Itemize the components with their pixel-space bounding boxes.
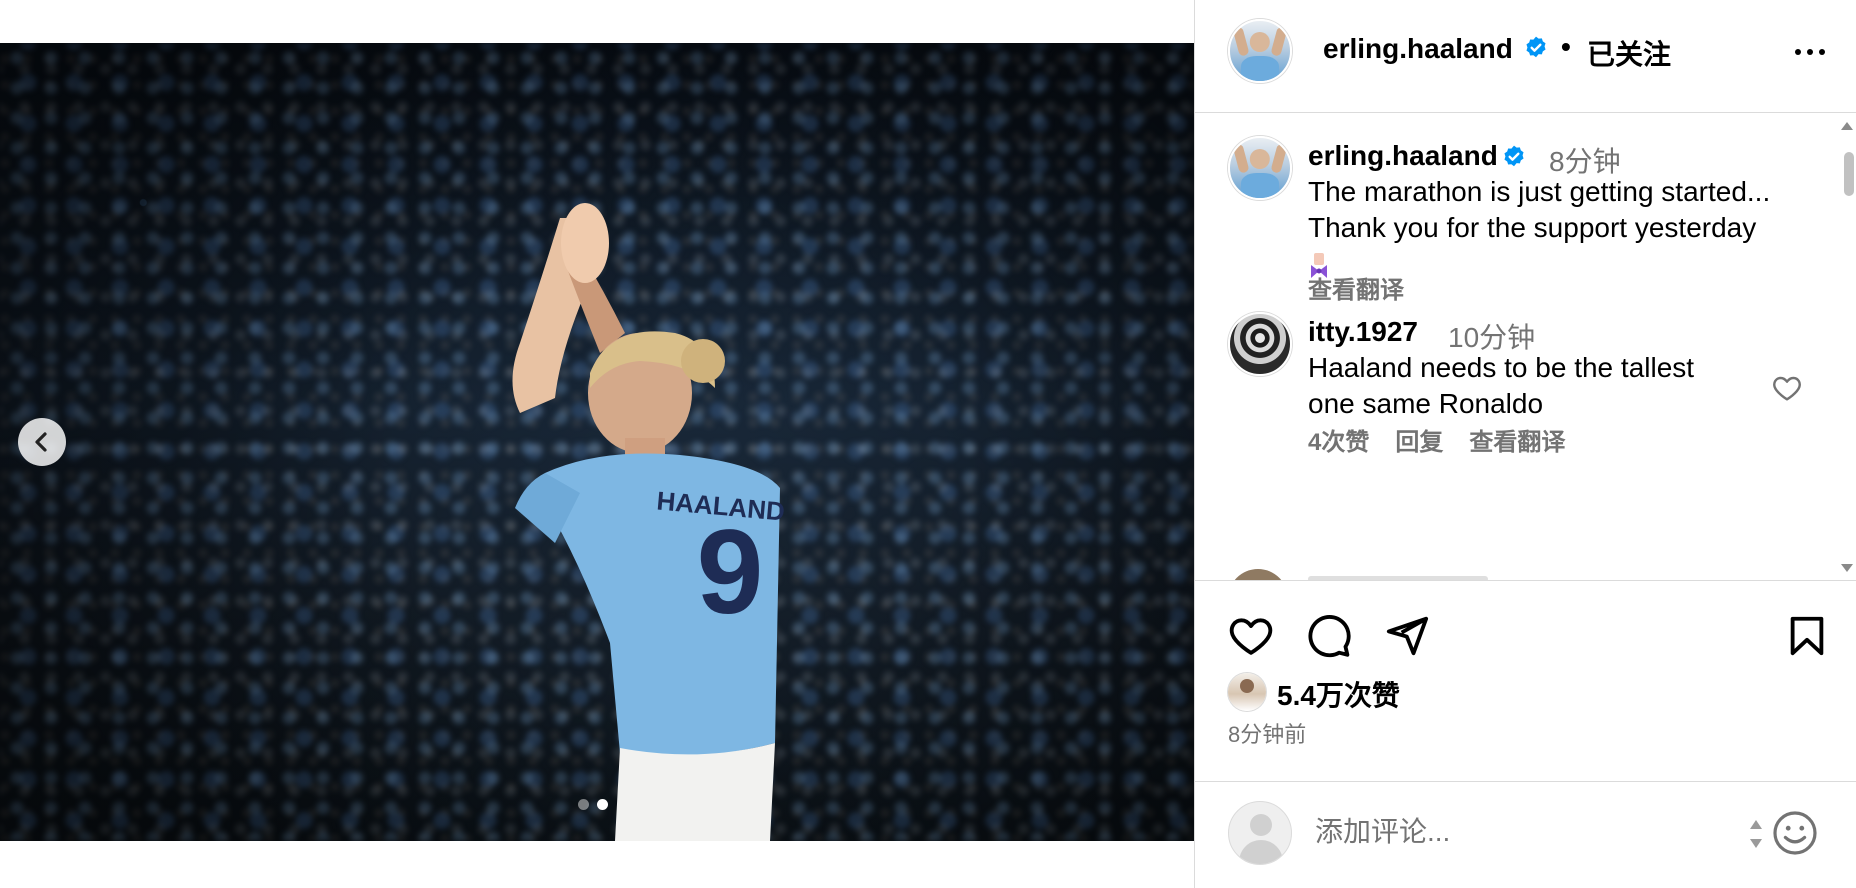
caption-line-1: The marathon is just getting started... xyxy=(1308,176,1771,207)
scroll-down-arrow-icon[interactable] xyxy=(1841,564,1853,572)
following-button[interactable]: 已关注 xyxy=(1587,33,1671,73)
comment-heart-icon[interactable] xyxy=(1771,372,1803,404)
likes-count[interactable]: 5.4万次赞 xyxy=(1277,674,1400,714)
scroll-up-arrow-icon[interactable] xyxy=(1841,122,1853,130)
paper-plane-icon[interactable] xyxy=(1384,613,1430,659)
caption-username[interactable]: erling.haaland xyxy=(1308,140,1498,172)
liked-by-avatar[interactable] xyxy=(1228,673,1266,711)
instagram-post-viewer: 9 HAALAND erling.haaland • 已关注 erling.ha… xyxy=(0,0,1856,888)
scroll-thumb[interactable] xyxy=(1844,152,1854,196)
add-comment-bar xyxy=(1195,781,1856,888)
carousel-indicator xyxy=(578,799,608,810)
post-header: erling.haaland • 已关注 xyxy=(1195,0,1856,113)
author-username[interactable]: erling.haaland xyxy=(1323,33,1513,65)
post-image[interactable]: 9 HAALAND xyxy=(0,43,1194,841)
posted-time[interactable]: 8分钟前 xyxy=(1228,717,1306,749)
post-side-panel: erling.haaland • 已关注 erling.haaland 8分钟 xyxy=(1195,0,1856,888)
carousel-dot-active[interactable] xyxy=(597,799,608,810)
svg-text:9: 9 xyxy=(697,505,764,639)
bookmark-icon[interactable] xyxy=(1784,613,1830,659)
post-actions: 5.4万次赞 8分钟前 xyxy=(1195,581,1856,781)
media-bottom-margin xyxy=(0,841,1194,888)
carousel-prev-button[interactable] xyxy=(18,418,66,466)
heart-icon[interactable] xyxy=(1228,613,1274,659)
comments-list[interactable]: erling.haaland 8分钟 The marathon is just … xyxy=(1195,114,1856,580)
media-top-margin xyxy=(0,0,1194,43)
carousel-dot[interactable] xyxy=(578,799,589,810)
commenter-username[interactable]: itty.1927 xyxy=(1308,316,1418,348)
more-options-icon[interactable] xyxy=(1792,40,1828,64)
caption-line-2: Thank you for the support yesterday xyxy=(1308,212,1757,243)
author-avatar[interactable] xyxy=(1228,19,1292,83)
caption-author-avatar[interactable] xyxy=(1228,136,1292,200)
caption-item: erling.haaland 8分钟 The marathon is just … xyxy=(1195,136,1835,326)
chevron-left-icon xyxy=(35,432,47,452)
commenter-avatar[interactable] xyxy=(1228,312,1292,376)
current-user-avatar xyxy=(1228,801,1292,865)
resize-arrows-icon[interactable] xyxy=(1749,816,1763,852)
header-separator: • xyxy=(1561,31,1571,62)
comments-scrollbar[interactable] xyxy=(1841,114,1856,580)
caption-verified-badge-icon xyxy=(1501,144,1527,175)
next-commenter-avatar-partial xyxy=(1228,569,1288,580)
comment-line-1: Haaland needs to be the tallest xyxy=(1308,352,1695,383)
comment-line-2: one same Ronaldo xyxy=(1308,388,1544,419)
caption-see-translation-link[interactable]: 查看翻译 xyxy=(1308,270,1404,305)
add-comment-input[interactable] xyxy=(1315,812,1645,852)
emoji-smiley-icon[interactable] xyxy=(1771,809,1819,857)
comment-meta: 4次赞 回复 查看翻译 xyxy=(1308,422,1565,457)
comment-text: Haaland needs to be the tallest one same… xyxy=(1308,350,1808,422)
comment-see-translation-link[interactable]: 查看翻译 xyxy=(1469,422,1565,457)
comment-reply-button[interactable]: 回复 xyxy=(1395,422,1443,457)
comment-item: itty.1927 10分钟 Haaland needs to be the t… xyxy=(1195,312,1835,472)
comment-likes-count[interactable]: 4次赞 xyxy=(1308,422,1369,457)
comment-bubble-icon[interactable] xyxy=(1306,613,1352,659)
player-figure: 9 HAALAND xyxy=(512,203,786,841)
verified-badge-icon xyxy=(1523,35,1549,61)
caption-text: The marathon is just getting started... … xyxy=(1308,174,1828,282)
